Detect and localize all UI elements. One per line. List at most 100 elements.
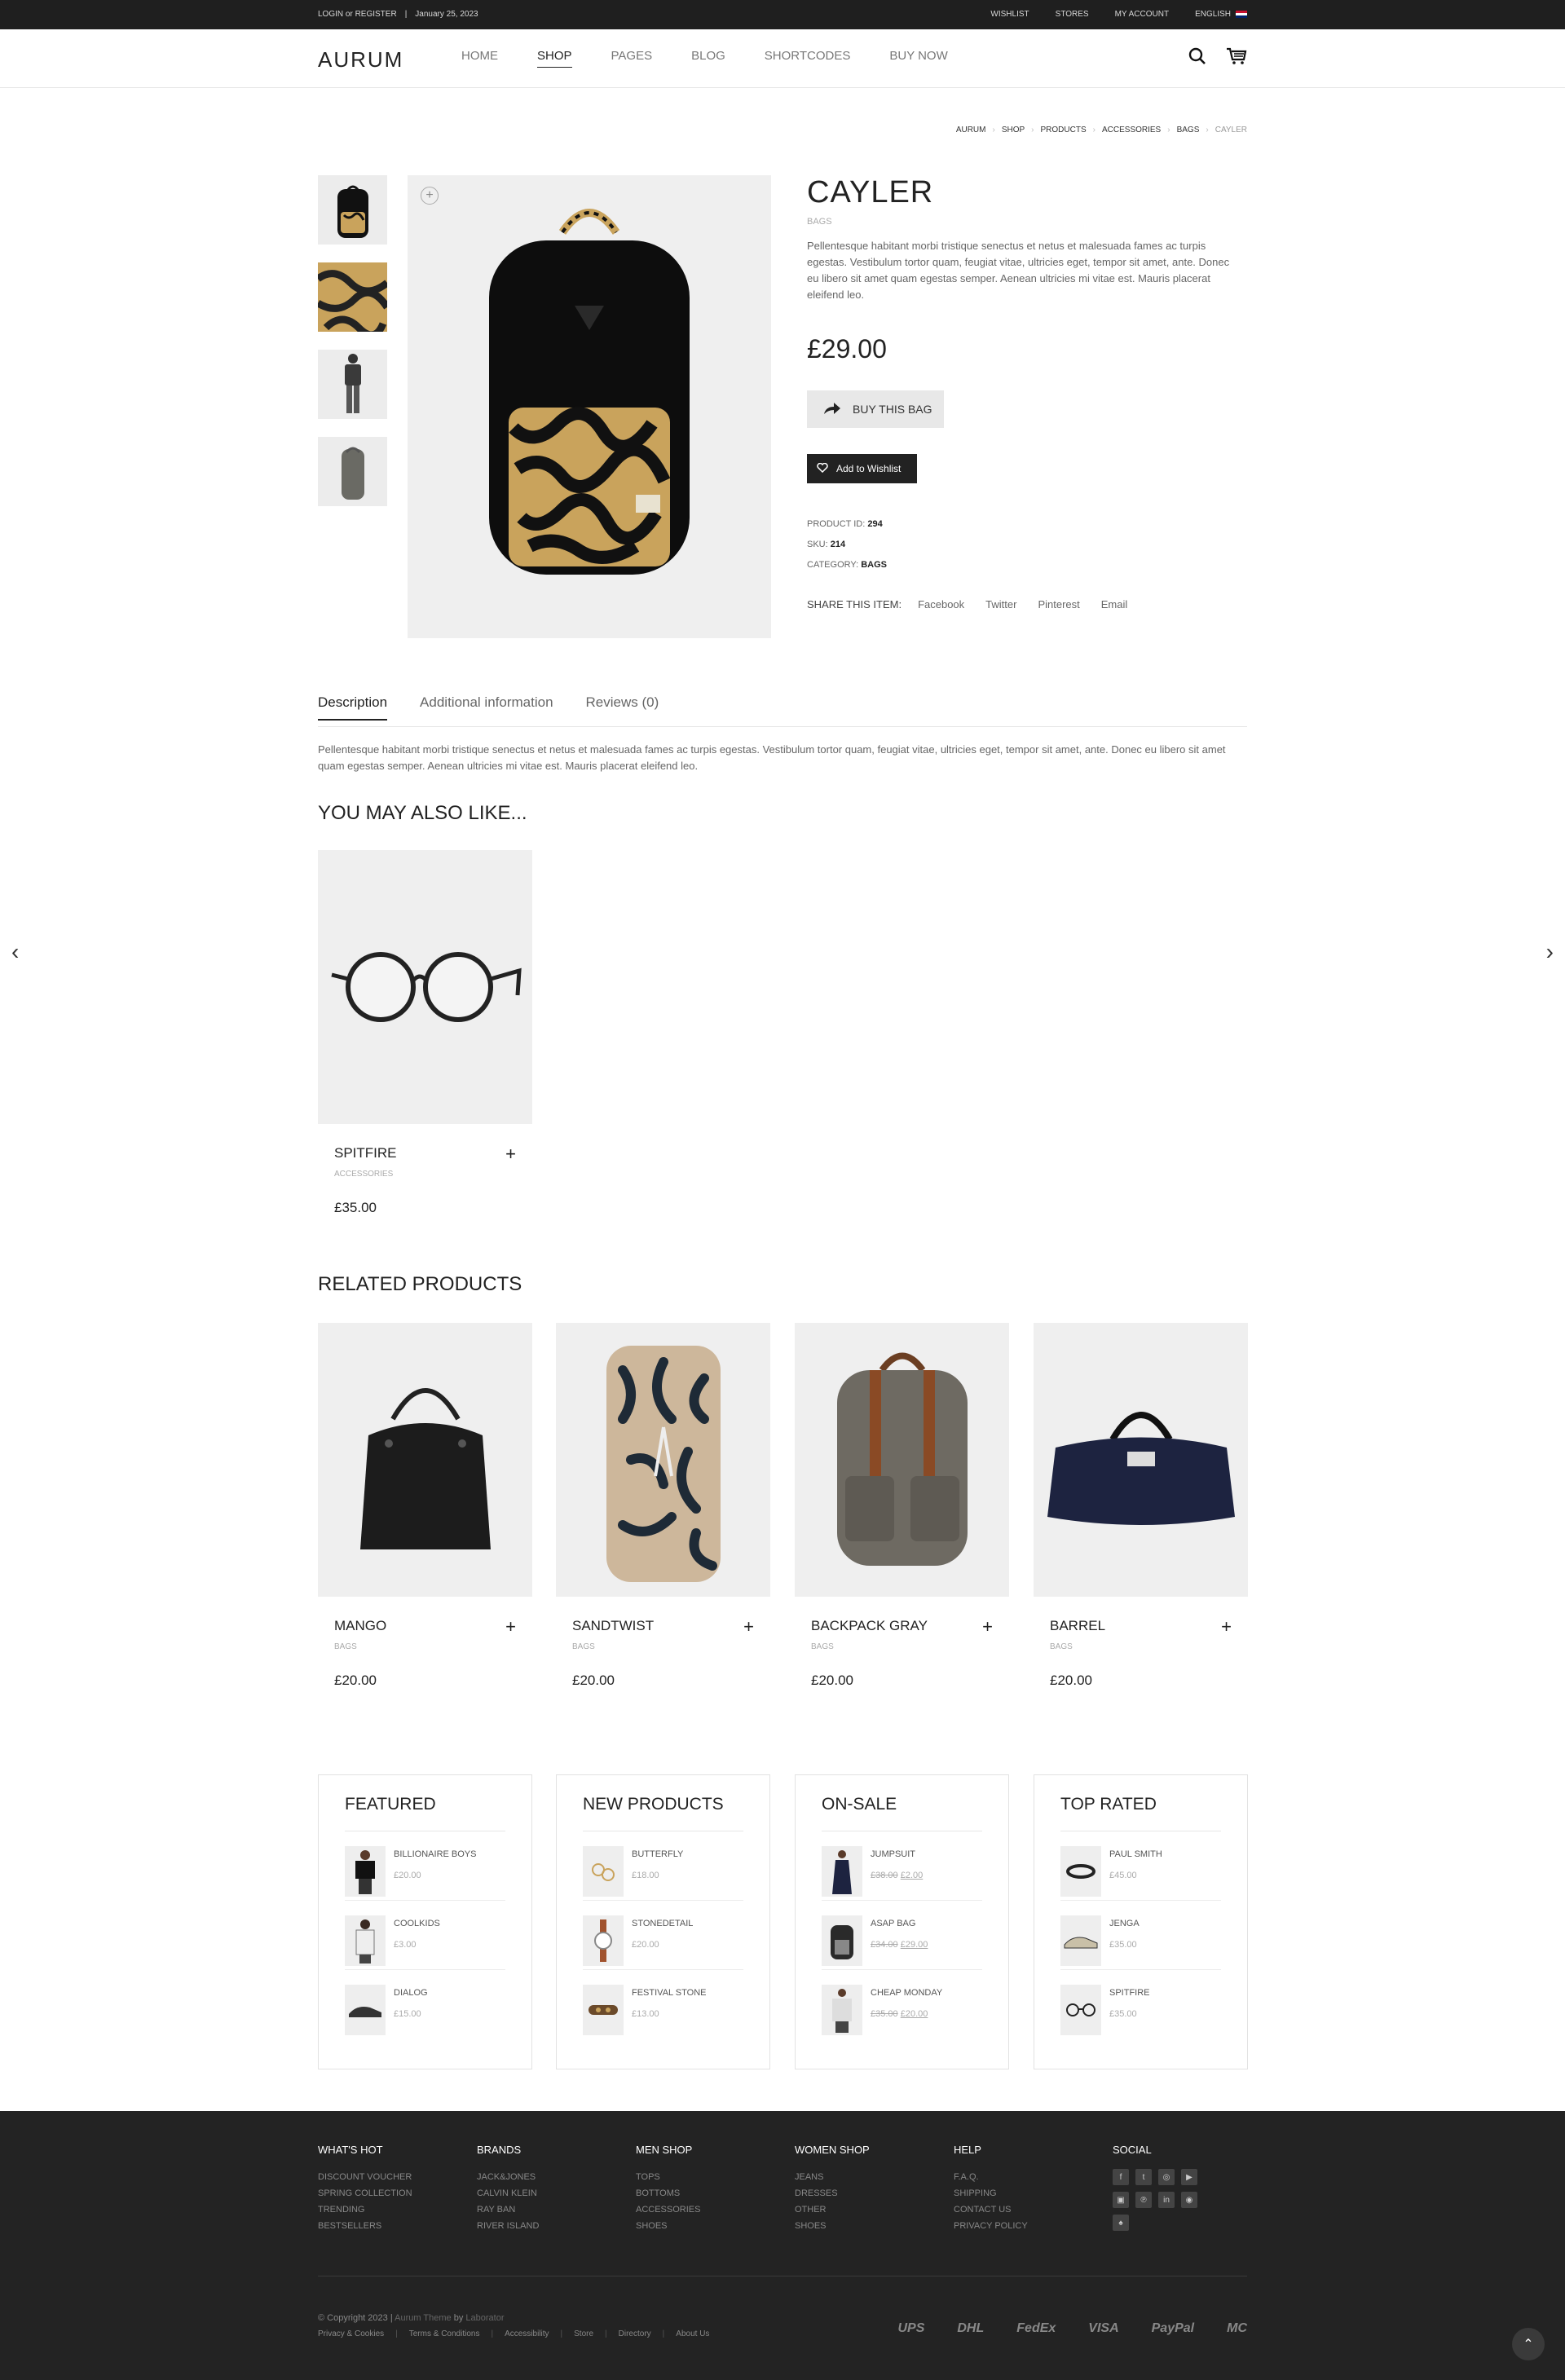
widget-item-image[interactable] [822,1846,862,1897]
share-pinterest-link[interactable]: Pinterest [1038,598,1079,610]
widget-item-image[interactable] [1060,1846,1101,1897]
product-card-image[interactable] [1034,1323,1248,1597]
slider-prev-arrow-icon[interactable]: ‹ [11,939,19,965]
pinterest-icon[interactable]: ℗ [1135,2192,1152,2208]
widget-item-image[interactable] [583,1985,624,2035]
product-category[interactable]: BAGS [807,217,1247,227]
widget-item[interactable]: JUMPSUIT £38.00 £2.00 [822,1831,982,1901]
theme-link[interactable]: Aurum Theme [395,2313,452,2323]
widget-item[interactable]: CHEAP MONDAY £35.00 £20.00 [822,1970,982,2039]
product-card-image[interactable] [318,850,532,1124]
product-main-image[interactable]: + [408,175,771,638]
breadcrumb-bags[interactable]: BAGS [1177,126,1200,134]
add-to-cart-plus-icon[interactable]: + [982,1616,993,1637]
product-card-name[interactable]: SPITFIRE [334,1145,532,1161]
language-selector[interactable]: ENGLISH [1195,10,1247,19]
footer-link-about[interactable]: About Us [676,2329,709,2338]
product-card-name[interactable]: MANGO [334,1618,532,1634]
product-card-image[interactable] [318,1323,532,1597]
footer-link[interactable]: RAY BAN [477,2202,624,2218]
nav-pages[interactable]: PAGES [611,49,653,68]
breadcrumb-products[interactable]: PRODUCTS [1041,126,1087,134]
footer-link[interactable]: CONTACT US [954,2202,1100,2218]
author-link[interactable]: Laborator [465,2313,504,2323]
footer-link[interactable]: TOPS [636,2169,782,2185]
tab-description[interactable]: Description [318,694,388,721]
widget-item-name[interactable]: STONEDETAIL [632,1919,693,1928]
breadcrumb-shop[interactable]: SHOP [1002,126,1025,134]
widget-item[interactable]: SPITFIRE £35.00 [1060,1970,1221,2039]
footer-link[interactable]: SHOES [795,2218,941,2234]
youtube-icon[interactable]: ▶ [1181,2169,1197,2185]
twitter-icon[interactable]: t [1135,2169,1152,2185]
footer-link[interactable]: TRENDING [318,2202,465,2218]
share-email-link[interactable]: Email [1101,598,1128,610]
footer-link[interactable]: CALVIN KLEIN [477,2185,624,2202]
thumbnail-pattern-detail[interactable] [318,262,387,332]
footer-link-privacy[interactable]: Privacy & Cookies [318,2329,384,2338]
widget-item-name[interactable]: PAUL SMITH [1109,1849,1162,1859]
nav-blog[interactable]: BLOG [691,49,725,68]
breadcrumb-accessories[interactable]: ACCESSORIES [1102,126,1161,134]
widget-item-name[interactable]: COOLKIDS [394,1919,440,1928]
share-twitter-link[interactable]: Twitter [985,598,1016,610]
widget-item[interactable]: ASAP BAG £34.00 £29.00 [822,1901,982,1970]
thumbnail-model-wearing[interactable] [318,350,387,419]
product-card-name[interactable]: BARREL [1050,1618,1248,1634]
widget-item-name[interactable]: BILLIONAIRE BOYS [394,1849,476,1859]
add-to-wishlist-button[interactable]: Add to Wishlist [807,454,917,483]
product-card[interactable]: BARREL BAGS £20.00 + [1034,1323,1248,1689]
widget-item-image[interactable] [345,1846,386,1897]
widget-item-image[interactable] [583,1915,624,1966]
product-card[interactable]: SPITFIRE ACCESSORIES £35.00 + [318,850,532,1216]
widget-item[interactable]: BILLIONAIRE BOYS £20.00 [345,1831,505,1901]
footer-link[interactable]: F.A.Q. [954,2169,1100,2185]
my-account-link[interactable]: MY ACCOUNT [1115,10,1170,19]
footer-link[interactable]: JACK&JONES [477,2169,624,2185]
widget-item[interactable]: COOLKIDS £3.00 [345,1901,505,1970]
widget-item[interactable]: FESTIVAL STONE £13.00 [583,1970,743,2039]
footer-link-accessibility[interactable]: Accessibility [505,2329,549,2338]
footer-link-store[interactable]: Store [574,2329,593,2338]
footer-link[interactable]: DRESSES [795,2185,941,2202]
widget-item[interactable]: PAUL SMITH £45.00 [1060,1831,1221,1901]
widget-item-image[interactable] [345,1915,386,1966]
product-card[interactable]: BACKPACK GRAY BAGS £20.00 + [795,1323,1009,1689]
tab-additional-information[interactable]: Additional information [420,694,553,721]
instagram-icon[interactable]: ◎ [1158,2169,1175,2185]
footer-link[interactable]: OTHER [795,2202,941,2218]
scroll-to-top-icon[interactable]: ⌃ [1512,2328,1545,2360]
footer-link[interactable]: SPRING COLLECTION [318,2185,465,2202]
product-card-name[interactable]: SANDTWIST [572,1618,770,1634]
linkedin-icon[interactable]: in [1158,2192,1175,2208]
add-to-cart-plus-icon[interactable]: + [1221,1616,1232,1637]
widget-item-image[interactable] [822,1915,862,1966]
footer-link[interactable]: DISCOUNT VOUCHER [318,2169,465,2185]
zoom-plus-icon[interactable]: + [421,187,439,205]
add-to-cart-plus-icon[interactable]: + [505,1144,516,1165]
login-register-link[interactable]: LOGIN or REGISTER [318,10,397,19]
wishlist-link[interactable]: WISHLIST [990,10,1029,19]
snapchat-icon[interactable]: ♠ [1113,2215,1129,2231]
widget-item[interactable]: STONEDETAIL £20.00 [583,1901,743,1970]
widget-item-image[interactable] [822,1985,862,2035]
slider-next-arrow-icon[interactable]: › [1546,939,1554,965]
footer-link[interactable]: SHOES [636,2218,782,2234]
site-logo[interactable]: AURUM [318,47,403,73]
product-card[interactable]: MANGO BAGS £20.00 + [318,1323,532,1689]
vimeo-icon[interactable]: ▣ [1113,2192,1129,2208]
stores-link[interactable]: STORES [1056,10,1089,19]
widget-item[interactable]: BUTTERFLY £18.00 [583,1831,743,1901]
footer-link-directory[interactable]: Directory [619,2329,651,2338]
widget-item-name[interactable]: CHEAP MONDAY [871,1988,942,1998]
widget-item-name[interactable]: JENGA [1109,1919,1140,1928]
widget-item-image[interactable] [1060,1985,1101,2035]
footer-link[interactable]: BOTTOMS [636,2185,782,2202]
widget-item-name[interactable]: ASAP BAG [871,1919,928,1928]
facebook-icon[interactable]: f [1113,2169,1129,2185]
search-icon[interactable] [1188,47,1206,70]
add-to-cart-plus-icon[interactable]: + [505,1616,516,1637]
nav-buy-now[interactable]: BUY NOW [889,49,947,68]
widget-item-name[interactable]: BUTTERFLY [632,1849,683,1859]
product-card-name[interactable]: BACKPACK GRAY [811,1618,1009,1634]
